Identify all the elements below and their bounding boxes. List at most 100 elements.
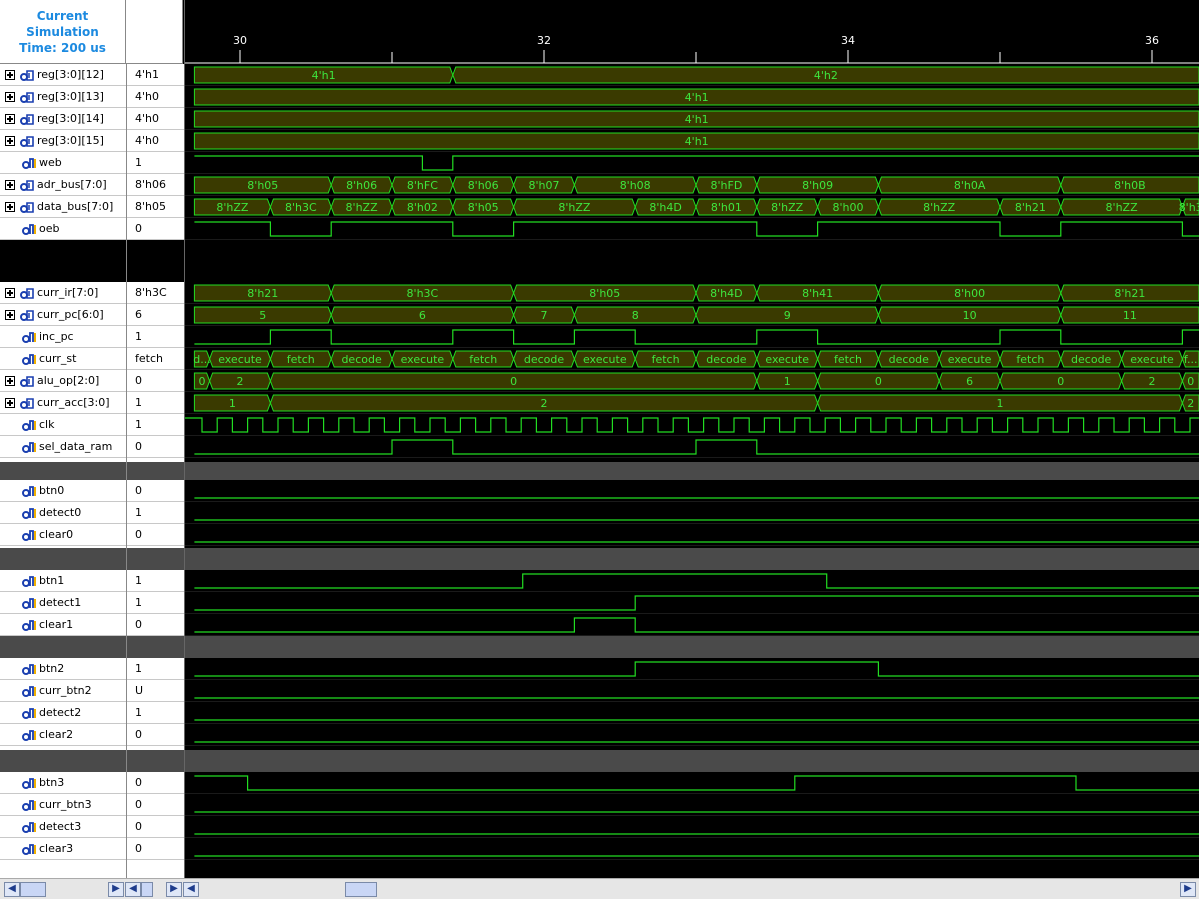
signal-row-curr_st[interactable]: curr_st: [0, 348, 126, 370]
signal-row-clk[interactable]: clk: [0, 414, 126, 436]
wave-btn1: [194, 573, 1199, 589]
separator-band: [127, 750, 184, 772]
signal-row-btn1[interactable]: btn1: [0, 570, 126, 592]
expand-plus-icon[interactable]: [5, 287, 15, 298]
horizontal-scrollbar-area[interactable]: ◀ ▶ ◀ ▶ ◀ ▶: [0, 878, 1199, 899]
expand-plus-icon[interactable]: [5, 375, 15, 386]
bus-value-label: 8'h3: [1179, 201, 1199, 214]
signal-row-clear0[interactable]: clear0: [0, 524, 126, 546]
signal-row-oeb[interactable]: oeb: [0, 218, 126, 240]
signal-row-reg15[interactable]: reg[3:0][15]: [0, 130, 126, 152]
bit-signal-icon: [22, 597, 36, 609]
signal-row-detect2[interactable]: detect2: [0, 702, 126, 724]
values-scroll-right-icon[interactable]: ▶: [166, 882, 182, 897]
signal-row-inc_pc[interactable]: inc_pc: [0, 326, 126, 348]
separator-band: [0, 548, 126, 570]
signal-row-curr_btn3[interactable]: curr_btn3: [0, 794, 126, 816]
signal-value-cell: 0: [127, 816, 184, 838]
signal-row-detect3[interactable]: detect3: [0, 816, 126, 838]
bus-value-label: fetch: [1016, 353, 1044, 366]
bus-value-label: 2: [1149, 375, 1156, 388]
bus-value-label: 7: [541, 309, 548, 322]
bus-value-label: 0: [1187, 375, 1194, 388]
signal-row-curr_ir[interactable]: curr_ir[7:0]: [0, 282, 126, 304]
signal-name-label: detect0: [39, 506, 82, 519]
expand-plus-icon[interactable]: [5, 113, 15, 124]
bus-signal-icon: [20, 135, 34, 147]
signal-row-clear1[interactable]: clear1: [0, 614, 126, 636]
expand-plus-icon[interactable]: [5, 397, 15, 408]
signal-row-reg13[interactable]: reg[3:0][13]: [0, 86, 126, 108]
signal-row-alu_op[interactable]: alu_op[2:0]: [0, 370, 126, 392]
signal-value-cell: 1: [127, 414, 184, 436]
bus-signal-icon: [20, 287, 34, 299]
values-scroll-thumb[interactable]: [141, 882, 153, 897]
bus-value-label: 8'h07: [529, 179, 560, 192]
waves-scroll-right-icon[interactable]: ▶: [1180, 882, 1196, 897]
bus-signal-icon: [20, 309, 34, 321]
signal-value-cell: 8'h06: [127, 174, 184, 196]
signal-row-clear3[interactable]: clear3: [0, 838, 126, 860]
bus-value-label: 8'hZZ: [1106, 201, 1139, 214]
expand-plus-icon[interactable]: [5, 179, 15, 190]
bus-value-label: 4'h1: [312, 69, 336, 82]
signal-value-cell: 1: [127, 152, 184, 174]
bus-value-label: 8'h3C: [285, 201, 317, 214]
signal-value-cell: 4'h0: [127, 86, 184, 108]
separator-band: [184, 462, 1199, 480]
bus-value-label: 1: [229, 397, 236, 410]
signal-name-label: curr_ir[7:0]: [37, 286, 99, 299]
signal-value-cell: 1: [127, 392, 184, 414]
expand-plus-icon[interactable]: [5, 69, 15, 80]
signal-value-cell: 1: [127, 502, 184, 524]
signal-name-label: btn3: [39, 776, 65, 789]
bus-value-label: execute: [948, 353, 992, 366]
signal-row-curr_pc[interactable]: curr_pc[6:0]: [0, 304, 126, 326]
signal-row-clear2[interactable]: clear2: [0, 724, 126, 746]
expand-plus-icon[interactable]: [5, 135, 15, 146]
waves-scroll-thumb[interactable]: [345, 882, 377, 897]
signal-row-web[interactable]: web: [0, 152, 126, 174]
names-scroll-thumb[interactable]: [20, 882, 46, 897]
signal-row-curr_btn2[interactable]: curr_btn2: [0, 680, 126, 702]
signal-row-btn0[interactable]: btn0: [0, 480, 126, 502]
signal-value-cell: 0: [127, 614, 184, 636]
bus-value-label: 8'h08: [620, 179, 651, 192]
signal-value-cell: 0: [127, 794, 184, 816]
spacer-gap: [127, 240, 184, 282]
signal-row-detect0[interactable]: detect0: [0, 502, 126, 524]
expand-plus-icon[interactable]: [5, 201, 15, 212]
signal-value-cell: fetch: [127, 348, 184, 370]
bus-value-label: 8'h21: [1114, 287, 1145, 300]
separator-band: [0, 750, 126, 772]
bus-value-label: 8'h21: [1015, 201, 1046, 214]
expand-plus-icon[interactable]: [5, 91, 15, 102]
waves-scroll-left-icon[interactable]: ◀: [183, 882, 199, 897]
bit-signal-icon: [22, 223, 36, 235]
bus-value-label: decode: [889, 353, 930, 366]
expand-plus-icon[interactable]: [5, 309, 15, 320]
names-scroll-right-icon[interactable]: ▶: [108, 882, 124, 897]
signal-row-reg12[interactable]: reg[3:0][12]: [0, 64, 126, 86]
bus-value-label: f...: [1184, 353, 1198, 366]
bus-value-label: 8'hZZ: [216, 201, 249, 214]
signal-value-cell: 4'h1: [127, 64, 184, 86]
signal-name-label: detect2: [39, 706, 82, 719]
bus-signal-icon: [20, 201, 34, 213]
spacer-gap: [0, 240, 126, 282]
signal-row-sel_data_ram[interactable]: sel_data_ram: [0, 436, 126, 458]
bus-value-label: 2: [1187, 397, 1194, 410]
signal-row-reg14[interactable]: reg[3:0][14]: [0, 108, 126, 130]
values-scroll-left-icon[interactable]: ◀: [125, 882, 141, 897]
bus-value-label: execute: [401, 353, 445, 366]
separator-band: [127, 548, 184, 570]
signal-row-curr_acc[interactable]: curr_acc[3:0]: [0, 392, 126, 414]
signal-row-btn2[interactable]: btn2: [0, 658, 126, 680]
signal-row-data_bus[interactable]: data_bus[7:0]: [0, 196, 126, 218]
waveform-canvas[interactable]: 30 32 34 36 4'h1 4'h2 4'h1 4'h1 4'h1 8'h05 8'h06 8'…: [184, 0, 1199, 878]
signal-row-adr_bus[interactable]: adr_bus[7:0]: [0, 174, 126, 196]
names-scroll-left-icon[interactable]: ◀: [4, 882, 20, 897]
bus-value-label: 1: [997, 397, 1004, 410]
signal-row-btn3[interactable]: btn3: [0, 772, 126, 794]
signal-row-detect1[interactable]: detect1: [0, 592, 126, 614]
